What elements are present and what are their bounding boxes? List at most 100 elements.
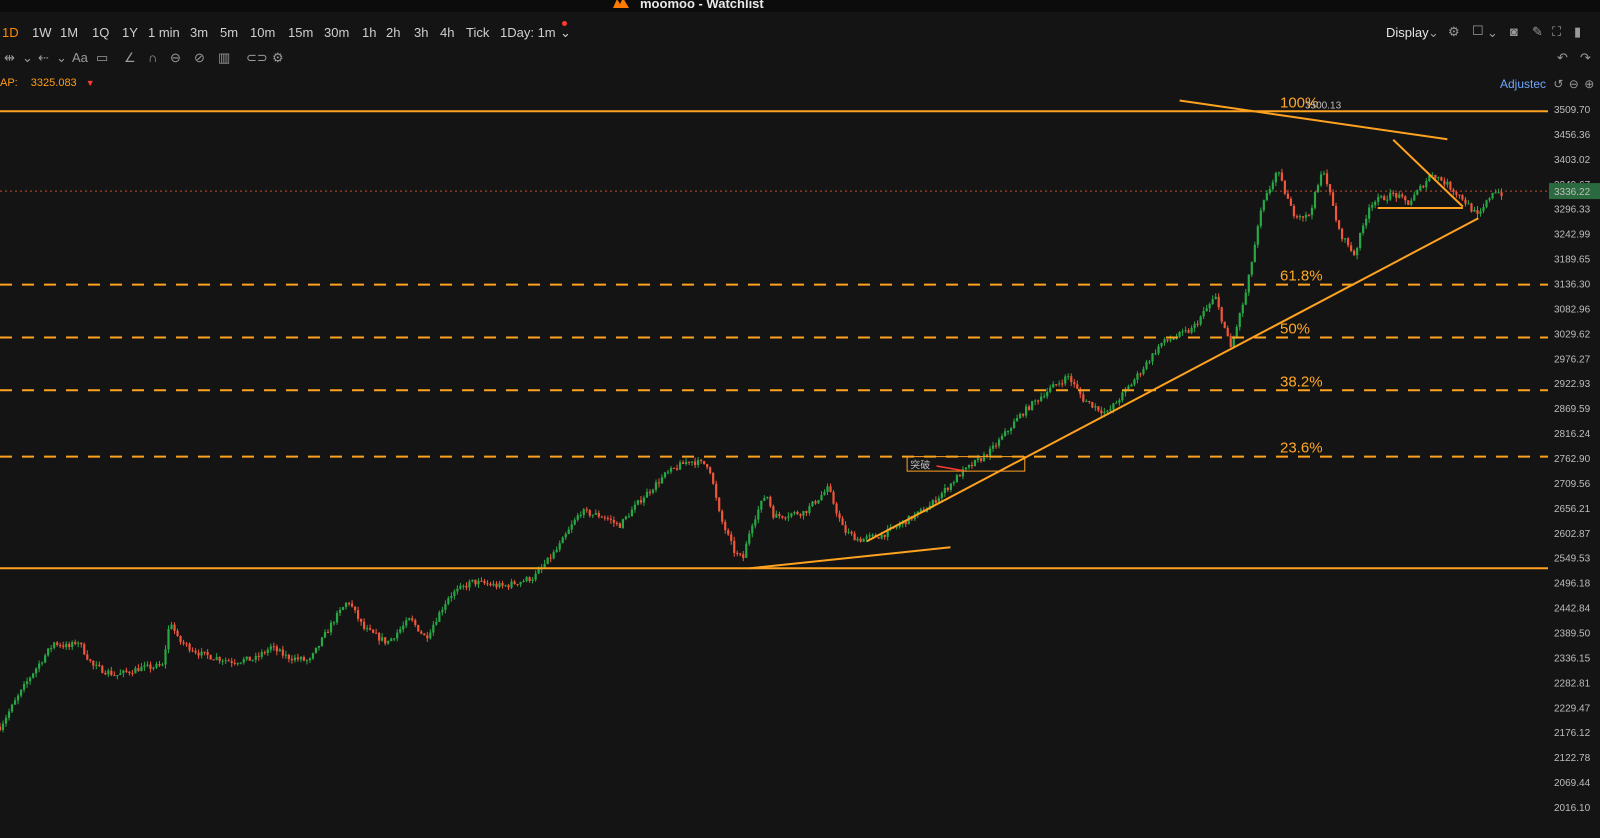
candle-body [1310, 207, 1314, 216]
candle-body [423, 633, 426, 636]
trendline-tool-icon[interactable]: ∠ [124, 50, 136, 66]
candle-body [588, 510, 591, 516]
candle-body [1407, 200, 1410, 205]
minus-icon[interactable]: ⊖ [1569, 77, 1579, 91]
candle-body [16, 695, 20, 701]
settings-icon[interactable]: ⚙ [272, 50, 284, 66]
candle-body [86, 654, 89, 660]
chevron-down-icon[interactable]: ⌄ [22, 50, 33, 66]
candle-body [1031, 401, 1034, 410]
candle-body [1368, 207, 1371, 219]
candle-body [919, 509, 922, 512]
timeframe-1d[interactable]: 1D [2, 25, 19, 40]
candle-body [7, 711, 11, 718]
chevron-down-icon[interactable]: ⌄ [1428, 25, 1439, 41]
candle-body [375, 632, 378, 634]
redo-icon[interactable]: ↷ [1580, 50, 1591, 66]
magnet-icon[interactable]: ∩ [148, 50, 157, 65]
candle-body [853, 533, 856, 541]
candle-body [1223, 321, 1226, 328]
chevron-down-icon[interactable]: ⌄ [56, 50, 67, 66]
link-icon[interactable]: ⊂⊃ [246, 50, 268, 66]
timeframe-4h[interactable]: 4h [440, 25, 454, 40]
caret-down-icon[interactable]: ▼ [86, 78, 95, 88]
camera-icon[interactable]: ◙ [1510, 24, 1518, 39]
price-tick-label: 2069.44 [1554, 778, 1591, 789]
candle-body [706, 464, 709, 468]
timeframe-1h[interactable]: 1h [362, 25, 376, 40]
timeframe-bar: 1D 1W 1M 1Q 1Y 1 min 3m 5m 10m 15m 30m 1h 2h 3h 4h Tick… [0, 20, 1600, 42]
display-menu[interactable]: Display [1386, 25, 1429, 40]
candle-body [1437, 177, 1440, 179]
candle-body [940, 493, 943, 499]
timeframe-2h[interactable]: 2h [386, 25, 400, 40]
candle-body [1115, 402, 1118, 404]
candle-body [471, 579, 474, 582]
candle-body [128, 671, 131, 674]
candle-body [1419, 186, 1422, 191]
chevron-down-icon[interactable]: ⌄ [1487, 25, 1498, 41]
candle-body [672, 467, 676, 469]
candle-body [1365, 218, 1368, 226]
timeframe-1-min[interactable]: 1 min [148, 25, 180, 40]
candle-body [1028, 406, 1031, 410]
timeframe-5m[interactable]: 5m [220, 25, 238, 40]
price-chart[interactable]: 100%61.8%50%38.2%23.6%3500.13 3509.70345… [0, 90, 1600, 838]
arrow-left-icon[interactable]: ⇠ [38, 50, 49, 66]
candle-body [1163, 339, 1166, 343]
candle-body [28, 677, 32, 682]
hide-drawings-icon[interactable]: ⊘ [194, 50, 205, 66]
timeframe-3h[interactable]: 3h [414, 25, 428, 40]
undo-icon[interactable]: ↶ [1557, 50, 1568, 66]
timeframe-10m[interactable]: 10m [250, 25, 275, 40]
candle-body [636, 500, 640, 505]
candle-body [1289, 198, 1293, 206]
candle-body [387, 641, 390, 644]
timeframe-1m[interactable]: 1M [60, 25, 78, 40]
pencil-icon[interactable]: ✎ [1532, 24, 1543, 40]
candle-body [1386, 199, 1389, 201]
candle-body [721, 511, 724, 522]
candle-body [1184, 330, 1187, 332]
chevron-down-icon[interactable]: ⌄ [560, 25, 571, 41]
adjusted-toggle[interactable]: Adjustec ↺ ⊖ ⊕ [1500, 77, 1594, 91]
candle-body [681, 462, 685, 464]
gear-icon[interactable]: ⚙ [1448, 24, 1460, 40]
candle-body [1413, 194, 1416, 201]
candle-body [149, 664, 152, 669]
lock-drawings-icon[interactable]: ⊖ [170, 50, 181, 66]
candle-body [95, 664, 98, 666]
timeframe-1w[interactable]: 1W [32, 25, 52, 40]
candle-body [838, 513, 841, 519]
timeframe-30m[interactable]: 30m [324, 25, 349, 40]
candle-body [411, 618, 414, 621]
candle-body [1476, 210, 1479, 214]
comment-icon[interactable]: ▭ [96, 50, 108, 66]
candle-body [1082, 394, 1085, 402]
trendline [866, 217, 1479, 543]
sidebar-toggle-icon[interactable]: ▮ [1574, 24, 1581, 40]
timeframe-3m[interactable]: 3m [190, 25, 208, 40]
reset-icon[interactable]: ↺ [1553, 77, 1563, 91]
trash-icon[interactable]: ▥ [218, 50, 230, 66]
candle-body [1172, 338, 1175, 340]
candle-body [1166, 339, 1169, 341]
timeframe-1q[interactable]: 1Q [92, 25, 109, 40]
timeframe-15m[interactable]: 15m [288, 25, 313, 40]
timeframe-tick[interactable]: Tick [466, 25, 489, 40]
timeframe-1y[interactable]: 1Y [122, 25, 138, 40]
fit-width-icon[interactable]: ⇹ [4, 50, 15, 66]
candle-body [19, 689, 23, 696]
candle-body [814, 501, 817, 504]
candle-body [341, 607, 345, 610]
plus-icon[interactable]: ⊕ [1584, 77, 1594, 91]
candle-body [1380, 196, 1383, 198]
candle-body [703, 460, 706, 465]
candle-body [1006, 430, 1010, 432]
layout-icon[interactable]: ☐ [1472, 23, 1484, 39]
candle-body [504, 585, 507, 587]
candle-body [1353, 250, 1356, 256]
fullscreen-icon[interactable]: ⛶ [1552, 24, 1561, 40]
timeframe-1day-1m[interactable]: 1Day: 1m [500, 25, 556, 40]
text-tool-icon[interactable]: Aa [72, 50, 88, 65]
